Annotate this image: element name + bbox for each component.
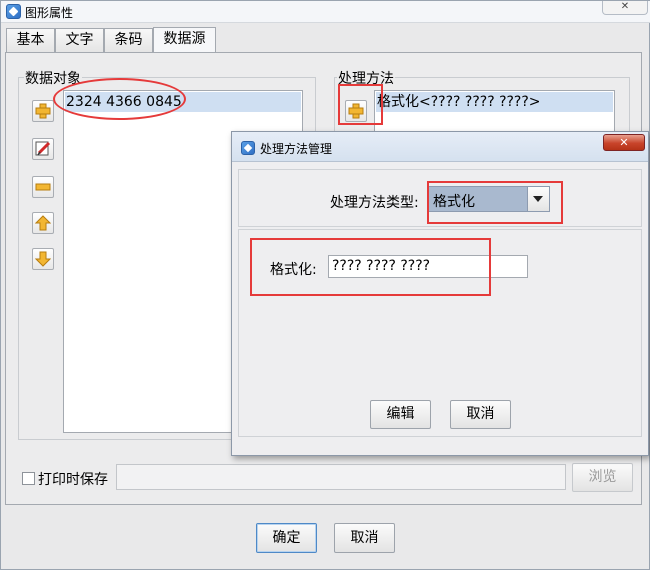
ok-button[interactable]: 确定 bbox=[256, 523, 317, 553]
move-up-icon bbox=[35, 215, 51, 231]
window-close-button[interactable]: ✕ bbox=[602, 1, 648, 15]
add-icon bbox=[348, 103, 364, 119]
edit-button[interactable]: 编辑 bbox=[370, 400, 431, 429]
chevron-down-icon[interactable] bbox=[527, 187, 549, 211]
processing-label: 处理方法 bbox=[337, 68, 395, 88]
save-on-print-label: 打印时保存 bbox=[38, 472, 108, 488]
app-icon bbox=[6, 4, 21, 19]
list-item[interactable]: 2324 4366 0845 bbox=[65, 92, 301, 112]
browse-button[interactable]: 浏览 bbox=[572, 463, 633, 492]
method-type-label: 处理方法类型: bbox=[330, 195, 419, 211]
processing-method-dialog: 处理方法管理 ✕ 处理方法类型: 格式化 格式化: ???? ???? ????… bbox=[231, 131, 649, 456]
remove-data-object-button[interactable] bbox=[32, 176, 54, 198]
app-icon bbox=[241, 141, 255, 155]
tab-barcode[interactable]: 条码 bbox=[104, 28, 153, 53]
save-path-field bbox=[116, 464, 566, 490]
dialog-title: 处理方法管理 bbox=[260, 142, 333, 156]
save-on-print-checkbox[interactable] bbox=[22, 472, 35, 485]
list-item[interactable]: 格式化<???? ???? ????> bbox=[376, 92, 613, 112]
tab-data-source[interactable]: 数据源 bbox=[153, 27, 216, 54]
dialog-close-button[interactable]: ✕ bbox=[603, 134, 645, 151]
remove-icon bbox=[35, 183, 51, 191]
add-processing-button[interactable] bbox=[345, 100, 367, 122]
tab-text[interactable]: 文字 bbox=[55, 28, 104, 53]
format-label: 格式化: bbox=[270, 262, 317, 278]
cancel-button[interactable]: 取消 bbox=[334, 523, 395, 553]
format-input[interactable]: ???? ???? ???? bbox=[328, 255, 528, 278]
move-down-button[interactable] bbox=[32, 248, 54, 270]
move-up-button[interactable] bbox=[32, 212, 54, 234]
data-objects-label: 数据对象 bbox=[24, 68, 82, 88]
method-type-value: 格式化 bbox=[433, 194, 475, 210]
dialog-titlebar: 处理方法管理 ✕ bbox=[232, 132, 648, 162]
window-title: 图形属性 bbox=[25, 6, 74, 20]
method-type-select[interactable]: 格式化 bbox=[428, 186, 550, 212]
move-down-icon bbox=[35, 251, 51, 267]
dialog-cancel-button[interactable]: 取消 bbox=[450, 400, 511, 429]
add-data-object-button[interactable] bbox=[32, 100, 54, 122]
tab-basic[interactable]: 基本 bbox=[6, 28, 55, 53]
edit-icon bbox=[35, 141, 51, 156]
window-titlebar: 图形属性 ✕ bbox=[1, 1, 650, 23]
edit-data-object-button[interactable] bbox=[32, 138, 54, 160]
add-icon bbox=[35, 103, 51, 119]
